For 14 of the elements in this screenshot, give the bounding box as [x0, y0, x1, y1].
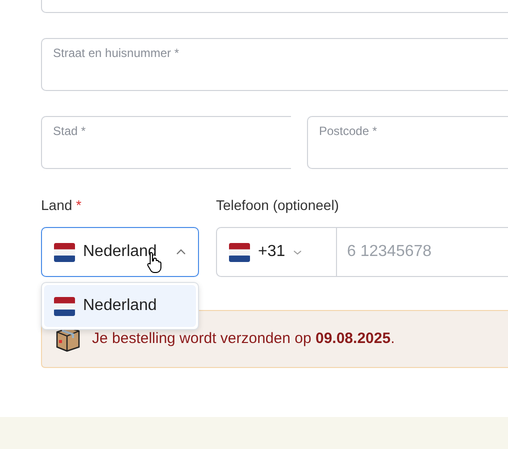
phone-field[interactable]: +31 6 12345678 — [216, 227, 508, 277]
field-label: Postcode * — [319, 124, 378, 138]
country-select[interactable]: Nederland — [41, 227, 199, 277]
flag-icon — [54, 242, 75, 262]
field-label: Straat en huisnummer * — [53, 46, 180, 60]
country-code-select[interactable]: +31 — [217, 228, 337, 276]
field-label: Telefoon (optioneel) — [216, 196, 339, 215]
field-label: Land * — [41, 196, 82, 215]
chevron-icon — [293, 250, 302, 254]
notice-text: Je bestelling wordt verzonden op 09.08.2025. — [92, 328, 395, 349]
field-label: Stad * — [53, 124, 86, 138]
dropdown-option[interactable]: Nederland — [44, 285, 196, 327]
flag-icon — [54, 296, 75, 316]
flag-icon — [229, 242, 250, 262]
